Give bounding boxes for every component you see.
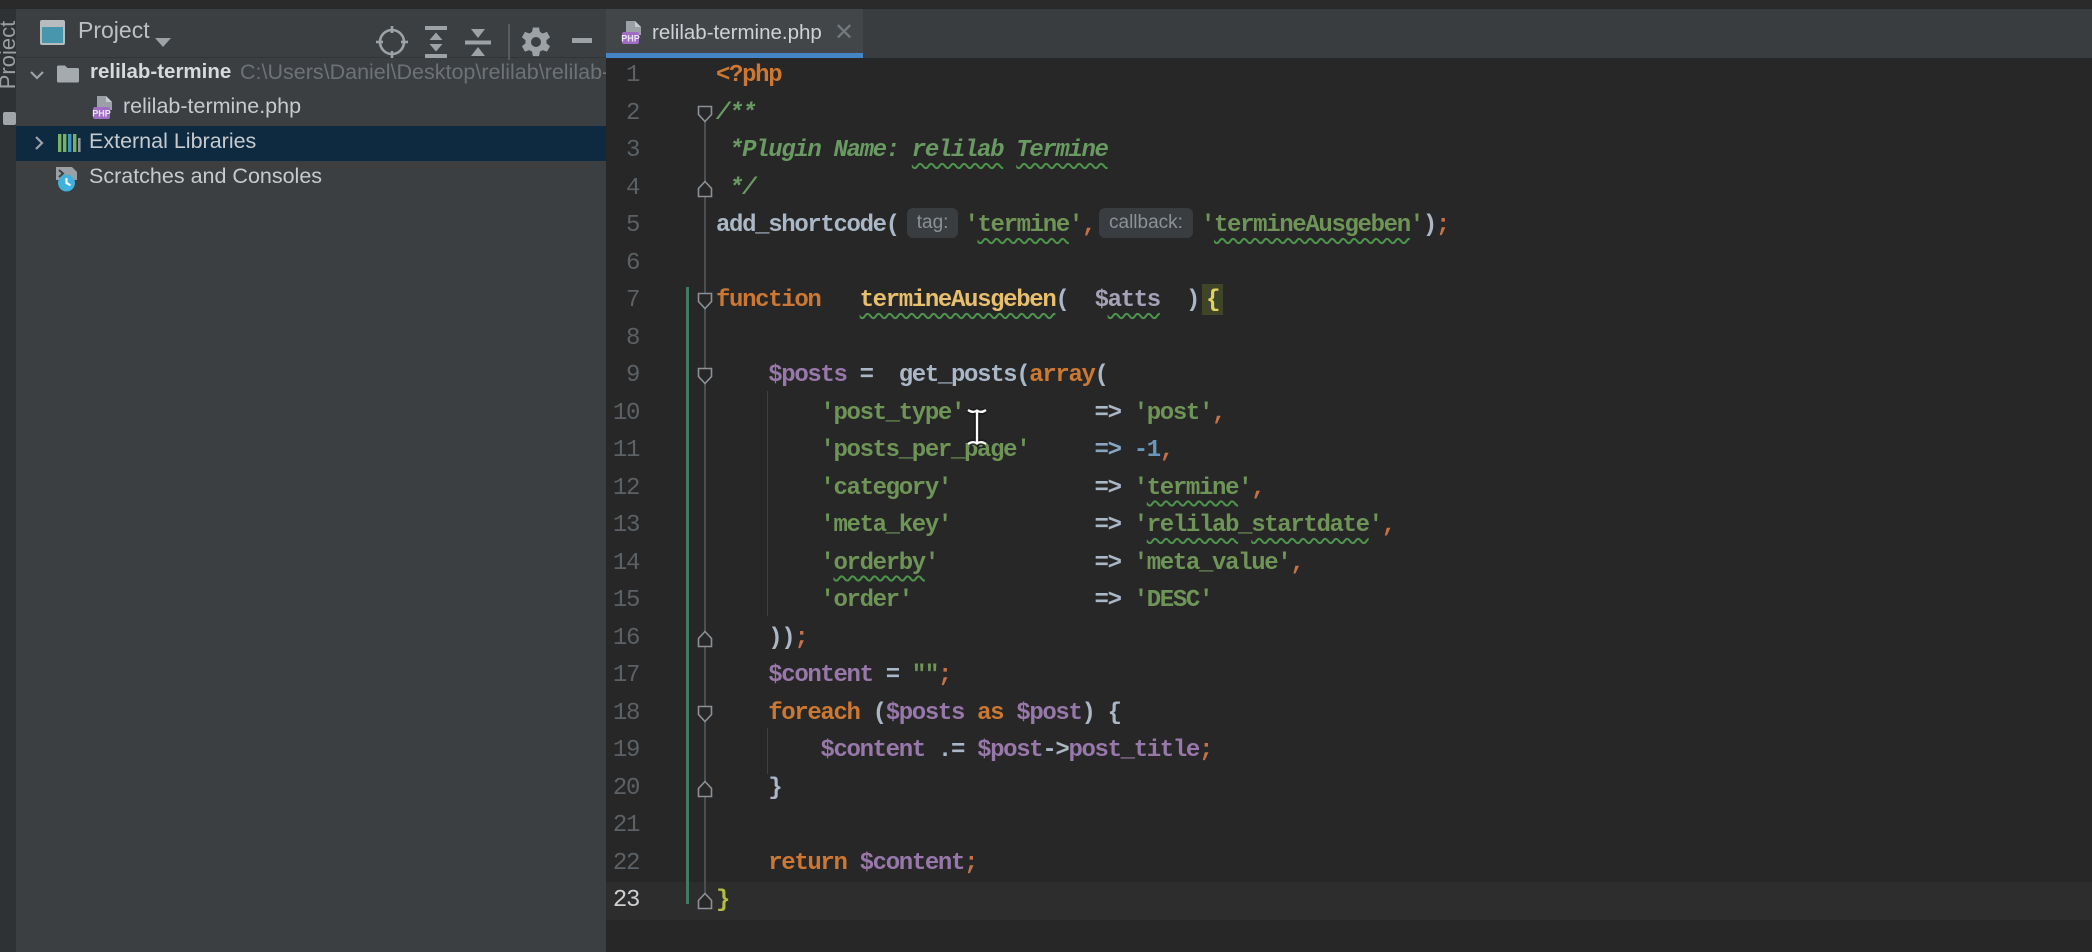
svg-text:PHP: PHP bbox=[92, 109, 111, 119]
svg-text:PHP: PHP bbox=[621, 34, 640, 44]
